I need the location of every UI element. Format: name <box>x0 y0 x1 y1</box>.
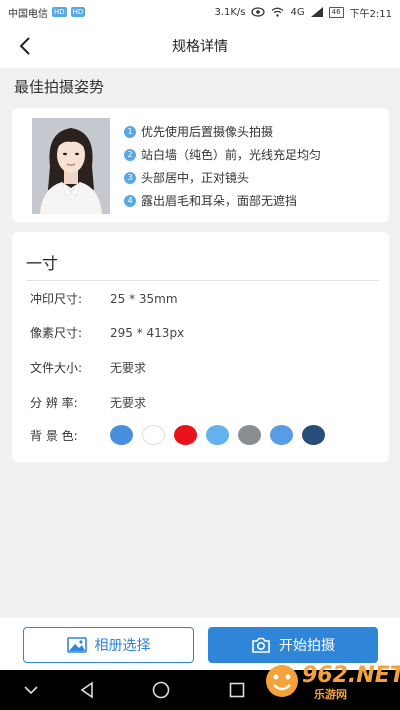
background-color-swatch[interactable] <box>302 425 325 445</box>
divider <box>26 280 379 281</box>
start-shooting-button[interactable]: 开始拍摄 <box>208 627 378 663</box>
tip-text: 站白墙（纯色）前，光线充足均匀 <box>141 148 322 162</box>
recent-apps-square-icon[interactable] <box>228 681 246 699</box>
pose-section-heading: 最佳拍摄姿势 <box>14 78 105 96</box>
tip-text: 优先使用后置摄像头拍摄 <box>141 125 274 139</box>
list-item: 3 头部居中，正对镜头 <box>124 166 321 189</box>
image-icon <box>66 637 87 653</box>
tip-number-badge: 3 <box>124 171 136 184</box>
network-speed: 3.1K/s <box>214 6 246 18</box>
print-size-value: 25 * 35mm <box>110 291 178 306</box>
tip-number-badge: 2 <box>124 148 136 161</box>
pixel-size-label: 像素尺寸: <box>30 326 83 340</box>
back-triangle-icon[interactable] <box>78 681 96 699</box>
nav-bar: 规格详情 <box>0 24 400 68</box>
clock: 下午2:11 <box>349 8 392 20</box>
battery-indicator: 46 <box>328 6 344 18</box>
background-color-swatch[interactable] <box>110 425 133 445</box>
eye-icon <box>251 7 266 17</box>
file-size-value: 无要求 <box>110 361 147 375</box>
album-select-button[interactable]: 相册选择 <box>23 627 194 663</box>
background-color-swatch[interactable] <box>174 425 197 445</box>
chevron-down-icon[interactable] <box>22 681 40 699</box>
pixel-size-row: 像素尺寸: 295 * 413px <box>30 324 184 341</box>
print-size-label: 冲印尺寸: <box>30 292 83 306</box>
background-color-swatch[interactable] <box>238 425 261 445</box>
background-color-row: 背 景 色: <box>30 425 325 445</box>
background-color-swatch[interactable] <box>270 425 293 445</box>
background-color-label: 背 景 色: <box>30 428 78 443</box>
site-watermark-logo: 962.NET 乐游网 <box>262 660 400 702</box>
home-circle-icon[interactable] <box>152 681 170 699</box>
network-type: 4G <box>290 6 305 18</box>
hd-badge: HD <box>52 7 67 17</box>
watermark-subtext: 乐游网 <box>314 688 347 701</box>
background-color-swatch[interactable] <box>206 425 229 445</box>
print-size-row: 冲印尺寸: 25 * 35mm <box>30 290 178 307</box>
tip-text: 露出眉毛和耳朵，面部无遮挡 <box>141 194 298 208</box>
resolution-label: 分 辨 率: <box>30 396 78 410</box>
list-item: 1 优先使用后置摄像头拍摄 <box>124 120 321 143</box>
tips-list: 1 优先使用后置摄像头拍摄 2 站白墙（纯色）前，光线充足均匀 3 头部居中，正… <box>124 120 321 212</box>
background-color-swatch[interactable] <box>142 425 165 445</box>
camera-icon <box>252 637 270 653</box>
file-size-row: 文件大小: 无要求 <box>30 359 146 376</box>
pixel-size-value: 295 * 413px <box>110 325 185 340</box>
list-item: 2 站白墙（纯色）前，光线充足均匀 <box>124 143 321 166</box>
wifi-icon <box>272 7 284 17</box>
spec-title: 一寸 <box>26 254 59 273</box>
spec-card: 一寸 冲印尺寸: 25 * 35mm 像素尺寸: 295 * 413px 文件大… <box>12 232 389 462</box>
background-color-swatches <box>110 425 325 445</box>
start-shooting-label: 开始拍摄 <box>279 638 335 654</box>
signal-icon <box>310 7 323 17</box>
watermark-text: 962.NET <box>302 663 400 688</box>
tip-text: 头部居中，正对镜头 <box>141 171 250 185</box>
page-title: 规格详情 <box>172 39 228 55</box>
resolution-value: 无要求 <box>110 396 147 410</box>
carrier-label: 中国电信 <box>8 8 48 20</box>
file-size-label: 文件大小: <box>30 361 83 375</box>
back-arrow-icon[interactable] <box>14 34 36 58</box>
sample-portrait-photo <box>32 118 110 214</box>
tip-number-badge: 4 <box>124 194 136 207</box>
pose-card: 1 优先使用后置摄像头拍摄 2 站白墙（纯色）前，光线充足均匀 3 头部居中，正… <box>12 108 389 222</box>
hd-badge: HD <box>70 7 86 17</box>
resolution-row: 分 辨 率: 无要求 <box>30 394 146 411</box>
status-bar: 中国电信 HD HD 3.1K/s 4G 46 下午2:11 <box>0 0 400 24</box>
smiley-logo-icon <box>266 665 298 697</box>
album-select-label: 相册选择 <box>94 638 151 654</box>
tip-number-badge: 1 <box>124 125 136 138</box>
list-item: 4 露出眉毛和耳朵，面部无遮挡 <box>124 189 321 212</box>
